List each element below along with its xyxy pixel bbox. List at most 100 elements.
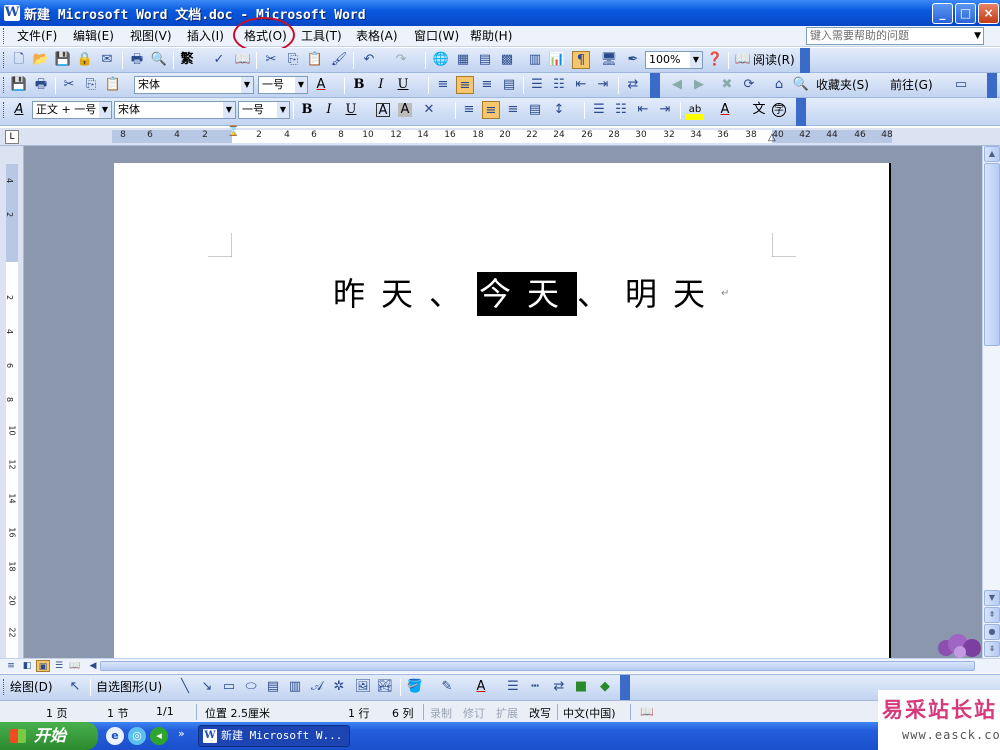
vertical-text-box-icon[interactable]: ▥ [286,678,304,696]
save-icon[interactable]: 💾 [10,76,28,94]
format-painter-icon[interactable]: 🖌 [330,51,348,69]
refresh-icon[interactable]: ⟳ [740,76,758,94]
decrease-indent-icon[interactable]: ⇤ [572,76,590,94]
open-folder-icon[interactable]: 📂 [32,51,50,69]
align-center-icon[interactable]: ≡ [482,101,500,119]
word-app-icon[interactable]: W [4,5,20,21]
previous-page-icon[interactable]: ⇞ [984,607,1000,623]
italic-button[interactable]: I [372,76,390,94]
align-right-icon[interactable]: ≡ [504,101,522,119]
start-button[interactable]: 开始 [0,722,98,750]
print-preview-icon[interactable]: 🔍 [150,51,168,69]
taskbar-item-word[interactable]: W 新建 Microsoft W... [198,725,350,747]
character-shading-button[interactable]: A [398,103,412,117]
bullets-icon[interactable]: ☷ [550,76,568,94]
normal-view-icon[interactable]: ≡ [4,660,18,672]
horizontal-scroll-thumb[interactable] [100,661,975,671]
character-scaling-icon[interactable]: ⇄ [624,76,642,94]
toolbar-options-icon[interactable] [796,98,806,126]
document-page[interactable] [114,163,891,658]
menu-insert[interactable]: 插入(I) [184,28,227,45]
italic-button-2[interactable]: I [320,101,338,119]
quick-launch-expand-icon[interactable]: » [178,727,185,740]
font-size-select[interactable]: 一号 ▼ [258,76,308,94]
enclose-characters-icon[interactable]: 字 [772,103,786,117]
right-indent-icon[interactable]: △ [768,132,776,143]
numbering-icon[interactable]: ☰ [528,76,546,94]
line-spacing-icon[interactable]: ↕ [550,101,568,119]
draw-menu[interactable]: 绘图(D) [10,678,53,696]
redo-icon[interactable]: ↷ [392,51,410,69]
font-select-2[interactable]: 宋体 ▼ [114,101,236,119]
align-center-icon[interactable]: ≡ [456,76,474,94]
print-icon[interactable]: 🖶 [128,51,146,69]
outline-view-icon[interactable]: ☰ [52,660,66,672]
columns-icon[interactable]: ▥ [526,51,544,69]
oval-icon[interactable]: ⬭ [242,678,260,696]
menu-table[interactable]: 表格(A) [353,28,401,45]
print-layout-view-icon[interactable]: ▣ [36,660,50,672]
zoom-select[interactable]: 100% ▼ [645,51,703,69]
asian-layout-icon[interactable]: ✕ [420,101,438,119]
status-extend[interactable]: 扩展 [496,705,518,721]
show-web-toolbar-icon[interactable]: ▭ [952,76,970,94]
menu-help[interactable]: 帮助(H) [467,28,515,45]
quick-launch-player-icon[interactable]: ◂ [150,727,168,745]
permission-icon[interactable]: 🔒 [76,51,94,69]
toolbar-grip[interactable] [3,102,6,118]
chevron-down-icon[interactable]: ▼ [99,102,111,118]
copy-icon[interactable]: ⎘ [284,51,302,69]
styles-formatting-icon[interactable]: A [10,101,28,119]
home-icon[interactable]: ⌂ [770,76,788,94]
font-select[interactable]: 宋体 ▼ [134,76,254,94]
distributed-icon[interactable]: ▤ [526,101,544,119]
favorites-menu[interactable]: 收藏夹(S) [816,76,869,94]
clip-art-icon[interactable]: 🖼 [354,678,372,696]
toolbar-grip[interactable] [3,52,6,68]
toolbar-options-icon[interactable] [987,73,997,98]
underline-button[interactable]: U [394,76,412,94]
fill-color-icon[interactable]: 🪣 [406,678,424,696]
read-icon[interactable]: 📖 [734,51,752,69]
spelling-status-icon[interactable]: 📖 [640,705,654,718]
text-box-icon[interactable]: ▤ [264,678,282,696]
toolbar-grip[interactable] [3,679,6,695]
help-search-input[interactable]: 键入需要帮助的问题 ▼ [806,27,984,45]
paste-icon[interactable]: 📋 [104,76,122,94]
scroll-left-icon[interactable]: ◀ [86,660,100,672]
chevron-down-icon[interactable]: ▼ [974,28,981,44]
menu-view[interactable]: 视图(V) [127,28,175,45]
minimize-button[interactable]: _ [932,3,953,24]
chevron-down-icon[interactable]: ▼ [277,102,289,118]
stop-icon[interactable]: ✖ [718,76,736,94]
close-button[interactable]: × [978,3,999,24]
text-before-selection[interactable]: 昨天、 [333,275,477,313]
scroll-down-icon[interactable]: ▼ [984,590,1000,606]
reading-view-icon[interactable]: 📖 [68,660,82,672]
chevron-down-icon[interactable]: ▼ [295,77,307,93]
phonetic-guide-icon[interactable]: 文 [750,101,768,119]
forward-icon[interactable]: ▶ [690,76,708,94]
style-select[interactable]: 正文 + 一号 ▼ [32,101,112,119]
align-justify-icon[interactable]: ≡ [434,76,452,94]
chevron-down-icon[interactable]: ▼ [690,52,702,68]
rectangle-icon[interactable]: ▭ [220,678,238,696]
tables-borders-icon[interactable]: ▦ [454,51,472,69]
email-icon[interactable]: ✉ [98,51,116,69]
bold-button[interactable]: B [350,76,368,94]
new-document-icon[interactable]: 🗋 [10,51,28,69]
vertical-ruler[interactable]: 4 2 2 4 6 8 10 12 14 16 18 20 22 [0,146,24,662]
vertical-scrollbar[interactable]: ▲ ▼ ⇞ ● ⇟ [982,146,1000,658]
dash-style-icon[interactable]: ┅ [526,678,544,696]
print-icon[interactable]: 🖶 [32,76,50,94]
bullets-icon[interactable]: ☷ [612,101,630,119]
insert-table-icon[interactable]: ▤ [476,51,494,69]
text-after-selection[interactable]: 、明天 [577,275,721,313]
web-view-icon[interactable]: ◧ [20,660,34,672]
arrow-icon[interactable]: ↘ [198,678,216,696]
drawing-icon[interactable]: 📊 [548,51,566,69]
toolbar-grip[interactable] [3,77,6,93]
menu-tools[interactable]: 工具(T) [298,28,345,45]
toolbar-grip[interactable] [3,28,6,44]
hyperlink-icon[interactable]: 🌐 [432,51,450,69]
